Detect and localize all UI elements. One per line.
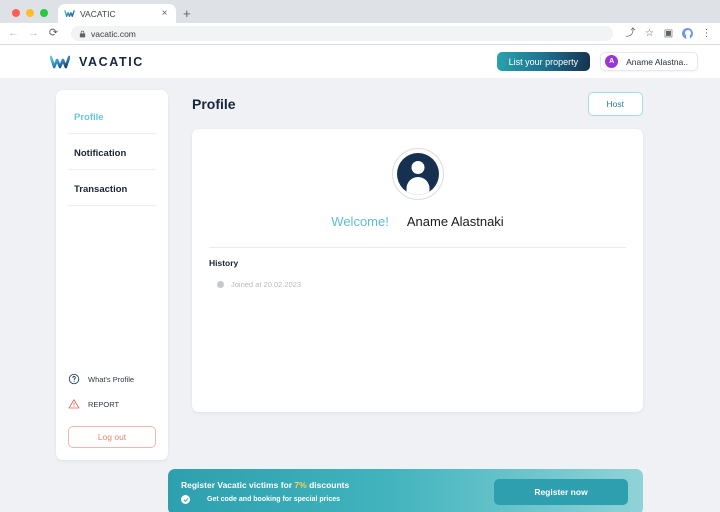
profile-avatar-ring[interactable]	[391, 148, 444, 200]
share-icon[interactable]: ⤴	[625, 28, 636, 39]
sidebar-footer: What's Profile REPORT Log out	[56, 369, 168, 448]
site-header: VACATIC List your property A Aname Alast…	[0, 45, 720, 78]
side-panel-icon[interactable]: ▣	[663, 28, 674, 39]
reload-icon[interactable]: ⟳	[48, 28, 59, 39]
logout-button[interactable]: Log out	[68, 426, 156, 448]
history-list-item: Joined at 20.02.2023	[209, 280, 626, 289]
list-your-property-button[interactable]: List your property	[496, 52, 591, 71]
close-window-button[interactable]	[12, 9, 20, 17]
window-traffic-lights	[8, 9, 58, 23]
browser-profile-avatar[interactable]	[682, 28, 693, 39]
site-brand[interactable]: VACATIC	[50, 54, 144, 70]
lock-icon	[79, 30, 86, 37]
sidebar-nav: Profile Notification Transaction	[56, 106, 168, 214]
browser-toolbar: ← → ⟳ vacatic.com ⤴ ☆ ▣ ⋮	[0, 23, 720, 45]
user-menu-chip[interactable]: A Aname Alastna..	[600, 52, 698, 71]
sidebar: Profile Notification Transaction What's …	[56, 90, 168, 460]
profile-avatar-wrap	[209, 148, 626, 200]
address-bar[interactable]: vacatic.com	[71, 26, 613, 41]
browser-menu-icon[interactable]: ⋮	[701, 28, 712, 39]
warning-triangle-icon	[68, 399, 80, 409]
promo-title-prefix: Register Vacatic victims for	[181, 480, 293, 490]
promo-banner-subrow: Get code and booking for special prices	[181, 495, 349, 504]
browser-tab-strip: VACATIC × +	[0, 0, 720, 23]
back-icon[interactable]: ←	[8, 28, 19, 39]
promo-banner-title: Register Vacatic victims for 7% discount…	[181, 480, 349, 490]
page-viewport: VACATIC List your property A Aname Alast…	[0, 45, 720, 512]
minimize-window-button[interactable]	[26, 9, 34, 17]
profile-card: Welcome! Aname Alastnaki History Joined …	[192, 129, 643, 412]
sidebar-divider	[68, 205, 156, 206]
header-actions: List your property A Aname Alastna..	[496, 52, 698, 71]
user-name-label: Aname Alastna..	[626, 56, 688, 67]
sidebar-item-report[interactable]: REPORT	[68, 394, 156, 419]
main-content: Profile Host Welcome! Aname Alastnaki Hi…	[192, 90, 643, 460]
promo-banner-text: Register Vacatic victims for 7% discount…	[181, 480, 349, 504]
sidebar-item-profile[interactable]: Profile	[66, 106, 158, 133]
sidebar-item-whats-profile[interactable]: What's Profile	[68, 369, 156, 394]
profile-user-name: Aname Alastnaki	[406, 214, 504, 229]
vacatic-logo-icon	[64, 10, 75, 17]
sidebar-item-notification[interactable]: Notification	[66, 142, 158, 169]
close-tab-icon[interactable]: ×	[159, 8, 170, 19]
browser-tab[interactable]: VACATIC ×	[58, 4, 176, 23]
promo-title-suffix: discounts	[309, 480, 350, 490]
host-button[interactable]: Host	[587, 92, 643, 116]
main-header: Profile Host	[192, 90, 643, 116]
toolbar-actions: ⤴ ☆ ▣ ⋮	[625, 28, 712, 39]
vacatic-logo-icon	[50, 55, 70, 68]
card-divider	[209, 247, 626, 248]
sidebar-link-label: REPORT	[88, 399, 120, 409]
forward-icon[interactable]: →	[28, 28, 39, 39]
maximize-window-button[interactable]	[40, 9, 48, 17]
promo-banner-subtext: Get code and booking for special prices	[207, 496, 341, 503]
history-entry-label: Joined at 20.02.2023	[231, 280, 302, 289]
sidebar-divider	[68, 133, 156, 134]
brand-name: VACATIC	[79, 54, 144, 69]
welcome-label: Welcome!	[331, 214, 389, 229]
page-body: Profile Notification Transaction What's …	[0, 78, 720, 460]
sidebar-item-transaction[interactable]: Transaction	[66, 178, 158, 205]
promo-banner: Register Vacatic victims for 7% discount…	[168, 469, 643, 512]
bullet-dot-icon	[217, 281, 224, 288]
sidebar-divider	[68, 169, 156, 170]
welcome-row: Welcome! Aname Alastnaki	[209, 214, 626, 229]
question-circle-icon	[68, 373, 80, 385]
person-avatar-icon	[396, 153, 439, 195]
browser-window: VACATIC × + ← → ⟳ vacatic.com ⤴ ☆ ▣ ⋮ VA…	[0, 0, 720, 512]
register-now-button[interactable]: Register now	[494, 479, 628, 505]
history-heading: History	[209, 258, 239, 268]
new-tab-button[interactable]: +	[176, 7, 198, 23]
promo-discount-value: 7%	[294, 480, 307, 490]
sidebar-link-label: What's Profile	[88, 374, 135, 384]
page-title: Profile	[192, 96, 236, 112]
bookmark-star-icon[interactable]: ☆	[644, 28, 655, 39]
address-bar-url: vacatic.com	[91, 28, 136, 39]
check-circle-icon	[181, 495, 190, 504]
browser-tab-title: VACATIC	[80, 8, 116, 19]
avatar: A	[605, 55, 619, 68]
